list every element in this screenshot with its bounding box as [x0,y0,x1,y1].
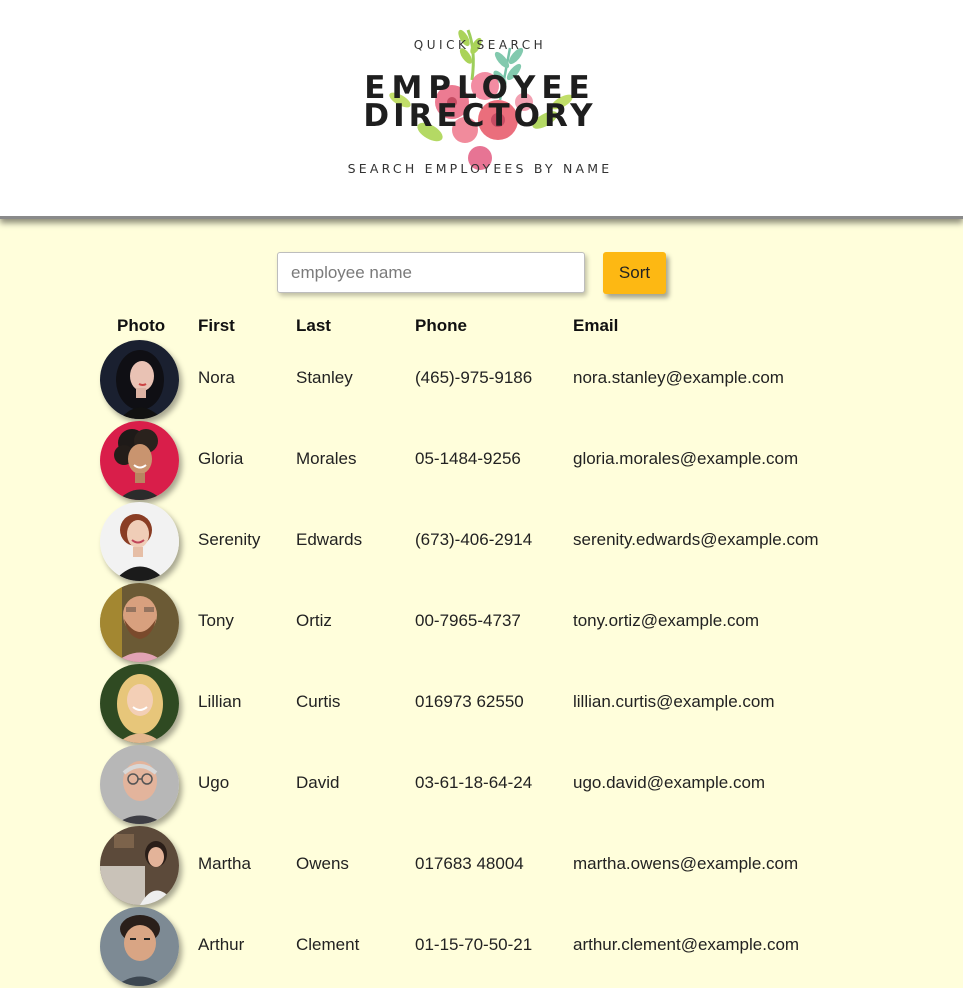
woman-dark-hair-portrait [100,340,179,419]
column-header-phone[interactable]: Phone [415,316,467,336]
avatar [100,502,179,581]
cell-phone: 01-15-70-50-21 [415,935,533,954]
cell-email: gloria.morales@example.com [573,449,799,468]
cell-email: ugo.david@example.com [573,773,766,792]
cell-first-name: Ugo [198,773,230,792]
table-row: Serenity Edwards (673)-406-2914 serenity… [0,502,963,583]
cell-email: lillian.curtis@example.com [573,692,775,711]
column-header-last[interactable]: Last [296,316,331,336]
cell-first-name: Serenity [198,530,261,549]
directory-main: Sort Photo First Last Phone Email Nora S… [0,222,963,986]
logo-title-line2: DIRECTORY [363,98,597,134]
woman-curly-hair-portrait [100,421,179,500]
cell-phone: 05-1484-9256 [415,449,521,468]
cell-email: martha.owens@example.com [573,854,799,873]
cell-first-name: Arthur [198,935,245,954]
cell-phone: 016973 62550 [415,692,524,711]
cell-email: arthur.clement@example.com [573,935,800,954]
cell-first-name: Tony [198,611,234,630]
cell-phone: (465)-975-9186 [415,368,533,387]
avatar [100,826,179,905]
cell-first-name: Nora [198,368,235,387]
avatar [100,907,179,986]
woman-blonde-portrait [100,664,179,743]
cell-first-name: Gloria [198,449,244,468]
table-row: Gloria Morales 05-1484-9256 gloria.moral… [0,421,963,502]
table-row: Arthur Clement 01-15-70-50-21 arthur.cle… [0,907,963,988]
employee-directory-logo: QUICK SEARCH EMPLOYEE DIRECTORY SEARCH E… [340,20,620,195]
cell-email: nora.stanley@example.com [573,368,784,387]
avatar [100,664,179,743]
column-header-first[interactable]: First [198,316,235,336]
avatar [100,583,179,662]
cell-last-name: Owens [296,854,349,873]
cell-phone: 03-61-18-64-24 [415,773,533,792]
cell-phone: (673)-406-2914 [415,530,533,549]
cell-last-name: Edwards [296,530,363,549]
cell-phone: 00-7965-4737 [415,611,521,630]
cell-last-name: David [296,773,340,792]
site-header: QUICK SEARCH EMPLOYEE DIRECTORY SEARCH E… [0,0,963,219]
logo-tagline-top: QUICK SEARCH [413,38,547,52]
man-dark-hair-portrait [100,907,179,986]
man-beard-portrait [100,583,179,662]
employee-search-input[interactable] [277,252,585,293]
man-glasses-portrait [100,745,179,824]
cell-first-name: Lillian [198,692,242,711]
cell-first-name: Martha [198,854,251,873]
cell-last-name: Clement [296,935,360,954]
cell-email: tony.ortiz@example.com [573,611,760,630]
sort-button[interactable]: Sort [603,252,666,294]
avatar [100,421,179,500]
woman-laptop-portrait [100,826,179,905]
avatar [100,745,179,824]
column-header-email[interactable]: Email [573,316,618,336]
cell-last-name: Ortiz [296,611,332,630]
table-row: Martha Owens 017683 48004 martha.owens@e… [0,826,963,907]
cell-last-name: Curtis [296,692,341,711]
avatar [100,340,179,419]
table-row: Ugo David 03-61-18-64-24 ugo.david@examp… [0,745,963,826]
cell-email: serenity.edwards@example.com [573,530,819,549]
column-header-photo[interactable]: Photo [117,316,165,336]
cell-last-name: Stanley [296,368,353,387]
woman-red-hair-portrait [100,502,179,581]
table-row: Tony Ortiz 00-7965-4737 tony.ortiz@examp… [0,583,963,664]
table-row: Lillian Curtis 016973 62550 lillian.curt… [0,664,963,745]
cell-last-name: Morales [296,449,357,468]
table-row: Nora Stanley (465)-975-9186 nora.stanley… [0,340,963,421]
logo-tagline-bottom: SEARCH EMPLOYEES BY NAME [347,161,613,176]
cell-phone: 017683 48004 [415,854,524,873]
